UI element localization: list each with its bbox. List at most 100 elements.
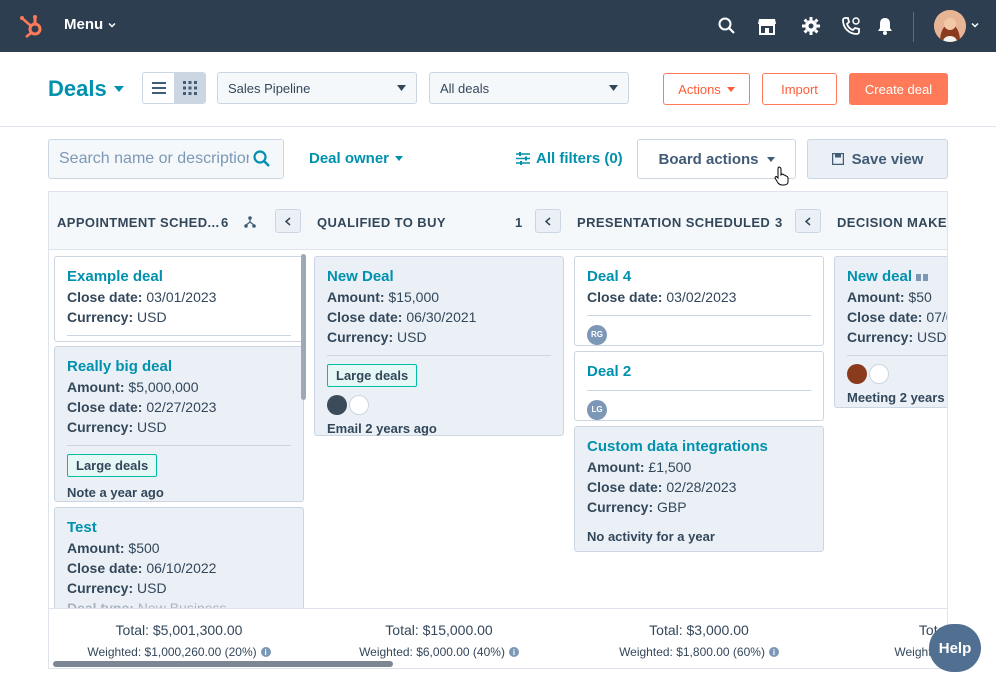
deal-title[interactable]: New deal <box>847 267 947 287</box>
horizontal-scrollbar[interactable] <box>53 661 393 667</box>
column-total: Total: $50.00 <box>918 622 947 638</box>
deal-title[interactable]: Deal 2 <box>587 362 811 382</box>
caret-down-icon <box>113 86 124 92</box>
view-select[interactable]: All deals <box>429 72 629 104</box>
deal-tag: Large deals <box>67 454 158 477</box>
column-body: Deal 4 Close date: 03/02/2023 RG Deal 2 … <box>569 250 829 608</box>
deal-property: Currency: GBP <box>587 499 687 515</box>
deal-property: Currency: USD <box>67 419 167 435</box>
deal-title[interactable]: Custom data integrations <box>587 437 811 457</box>
deal-owner-label: Deal owner <box>309 150 390 167</box>
board-column: APPOINTMENT SCHED... 6 Example deal Clos… <box>49 192 309 668</box>
gear-icon[interactable] <box>800 15 822 37</box>
list-view-button[interactable] <box>143 73 174 103</box>
collapse-column-button[interactable] <box>275 209 301 233</box>
deal-title[interactable]: Example deal <box>67 267 291 287</box>
deal-property: Currency: USD <box>67 309 167 325</box>
pipeline-select-value: Sales Pipeline <box>228 80 311 96</box>
help-button[interactable]: Help <box>929 624 981 672</box>
column-weighted: Weighted: $1,800.00 (60%) i <box>569 645 829 659</box>
info-icon[interactable]: i <box>508 647 519 657</box>
deal-property: Currency: USD <box>847 329 947 345</box>
hubspot-logo-icon[interactable] <box>18 12 46 40</box>
grid-icon <box>182 81 197 95</box>
contact-avatar[interactable] <box>847 364 867 384</box>
deal-card[interactable]: Custom data integrations Amount: £1,500 … <box>574 426 824 552</box>
search-input[interactable] <box>59 150 249 168</box>
all-filters-button[interactable]: All filters (0) <box>516 150 623 167</box>
deal-card[interactable]: New Deal Amount: $15,000 Close date: 06/… <box>314 256 564 436</box>
notifications-bell-icon[interactable] <box>874 15 896 37</box>
deal-card[interactable]: Deal 2 LG <box>574 351 824 421</box>
chevron-left-icon <box>545 216 551 226</box>
card-divider <box>587 315 811 316</box>
last-activity: Note a year ago <box>67 485 164 500</box>
deal-card[interactable]: Really big deal Amount: $5,000,000 Close… <box>54 346 304 502</box>
board-column: QUALIFIED TO BUY 1 New Deal Amount: $15,… <box>309 192 569 668</box>
create-deal-button[interactable]: Create deal <box>849 73 948 105</box>
deal-property: Amount: $50 <box>847 289 932 305</box>
contact-avatar[interactable] <box>327 395 347 415</box>
automation-icon[interactable] <box>244 216 256 228</box>
deal-property: Close date: 06/10/2022 <box>67 560 217 576</box>
chevron-left-icon <box>805 216 811 226</box>
column-count: 6 <box>221 215 229 230</box>
search-box <box>48 139 284 179</box>
marketplace-icon[interactable] <box>756 15 778 37</box>
page-title[interactable]: Deals <box>48 76 125 102</box>
last-activity: No activity for a year <box>587 529 715 544</box>
info-icon[interactable]: i <box>768 647 779 657</box>
deal-card[interactable]: Example deal Close date: 03/01/2023 Curr… <box>54 256 304 342</box>
calling-icon[interactable] <box>840 15 862 37</box>
search-icon[interactable] <box>716 15 738 37</box>
board-column: PRESENTATION SCHEDULED 3 Deal 4 Close da… <box>569 192 829 668</box>
gift-icon <box>916 274 929 281</box>
owner-avatar[interactable]: RG <box>587 324 607 345</box>
deal-title[interactable]: New Deal <box>327 267 551 287</box>
menu-label: Menu <box>64 16 104 33</box>
deal-title[interactable]: Really big deal <box>67 357 291 377</box>
card-divider <box>847 355 947 356</box>
pointer-cursor-icon <box>774 166 789 186</box>
column-footer: Total: $5,001,300.00 Weighted: $1,000,26… <box>49 608 309 668</box>
save-icon <box>831 153 844 165</box>
search-icon[interactable] <box>253 150 271 168</box>
chevron-down-icon[interactable] <box>970 20 980 30</box>
caret-down-icon <box>726 86 735 92</box>
company-avatar[interactable] <box>869 364 889 384</box>
owner-avatar[interactable]: LG <box>587 399 607 420</box>
page-title-text: Deals <box>48 76 107 101</box>
associated-avatars <box>327 395 551 415</box>
card-divider <box>587 390 811 391</box>
board-actions-button[interactable]: Board actions <box>637 139 796 179</box>
deal-property: Amount: $500 <box>67 540 160 556</box>
deal-property: Close date: 07/01/2023 <box>847 309 947 325</box>
column-total: Total: $5,001,300.00 <box>115 622 243 638</box>
collapse-column-button[interactable] <box>795 209 821 233</box>
deal-property: Close date: 03/02/2023 <box>587 289 737 305</box>
import-button[interactable]: Import <box>762 73 837 105</box>
menu-button[interactable]: Menu <box>64 16 117 33</box>
actions-button[interactable]: Actions <box>663 73 750 105</box>
collapse-column-button[interactable] <box>535 209 561 233</box>
deal-property: Close date: 02/28/2023 <box>587 479 737 495</box>
deal-title[interactable]: Deal 4 <box>587 267 811 287</box>
deal-card[interactable]: New deal Amount: $50 Close date: 07/01/2… <box>834 256 947 408</box>
deal-owner-filter[interactable]: Deal owner <box>309 150 404 167</box>
chevron-left-icon <box>285 216 291 226</box>
deal-card[interactable]: Test Amount: $500 Close date: 06/10/2022… <box>54 507 304 608</box>
board-view-button[interactable] <box>174 73 205 103</box>
column-title: APPOINTMENT SCHED... <box>57 215 220 230</box>
company-avatar[interactable] <box>349 395 369 415</box>
associated-avatars <box>847 364 947 384</box>
top-nav: Menu <box>0 0 996 52</box>
vertical-scrollbar[interactable] <box>301 254 306 400</box>
deal-card[interactable]: Deal 4 Close date: 03/02/2023 RG <box>574 256 824 346</box>
import-label: Import <box>781 81 818 97</box>
user-avatar[interactable] <box>934 10 966 42</box>
pipeline-select[interactable]: Sales Pipeline <box>217 72 417 104</box>
card-divider <box>327 355 551 356</box>
save-view-button[interactable]: Save view <box>807 139 948 179</box>
info-icon[interactable]: i <box>260 647 271 657</box>
deal-title[interactable]: Test <box>67 518 291 538</box>
